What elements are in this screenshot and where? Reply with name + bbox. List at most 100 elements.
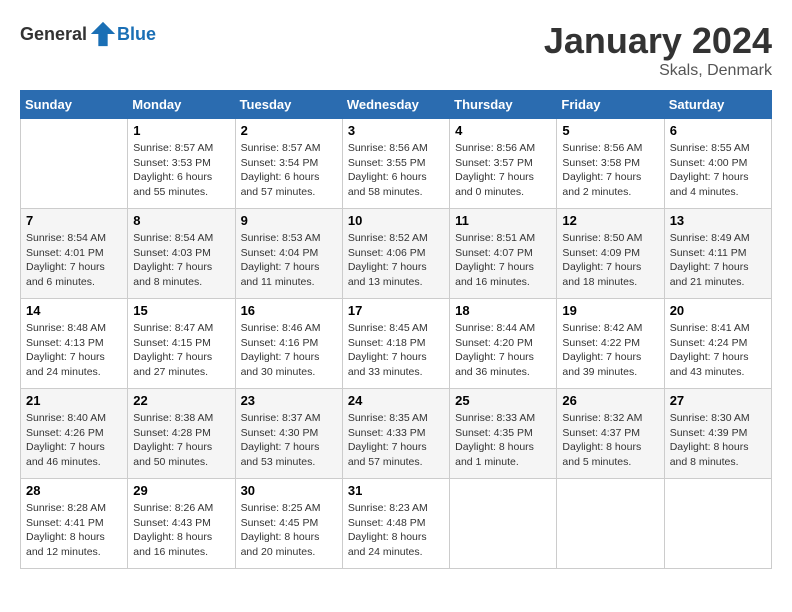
calendar-cell: 21 Sunrise: 8:40 AM Sunset: 4:26 PM Dayli… bbox=[21, 389, 128, 479]
cell-info: Sunrise: 8:55 AM Sunset: 4:00 PM Dayligh… bbox=[670, 141, 766, 200]
header-thursday: Thursday bbox=[450, 91, 557, 119]
weekday-header-row: Sunday Monday Tuesday Wednesday Thursday… bbox=[21, 91, 772, 119]
calendar-cell: 25 Sunrise: 8:33 AM Sunset: 4:35 PM Dayli… bbox=[450, 389, 557, 479]
header-wednesday: Wednesday bbox=[342, 91, 449, 119]
cell-info: Sunrise: 8:33 AM Sunset: 4:35 PM Dayligh… bbox=[455, 411, 551, 470]
cell-info: Sunrise: 8:51 AM Sunset: 4:07 PM Dayligh… bbox=[455, 231, 551, 290]
day-number: 3 bbox=[348, 123, 444, 138]
calendar-cell: 26Sunrise: 8:32 AM Sunset: 4:37 PM Dayli… bbox=[557, 389, 664, 479]
cell-info: Sunrise: 8:46 AM Sunset: 4:16 PM Dayligh… bbox=[241, 321, 337, 380]
calendar-week-row-4: 21 Sunrise: 8:40 AM Sunset: 4:26 PM Dayli… bbox=[21, 389, 772, 479]
calendar-cell: 5 Sunrise: 8:56 AM Sunset: 3:58 PM Daylig… bbox=[557, 119, 664, 209]
calendar-cell bbox=[664, 479, 771, 569]
day-number: 2 bbox=[241, 123, 337, 138]
header-friday: Friday bbox=[557, 91, 664, 119]
day-number: 21 bbox=[26, 393, 122, 408]
calendar-cell: 19 Sunrise: 8:42 AM Sunset: 4:22 PM Dayli… bbox=[557, 299, 664, 389]
calendar-cell: 2 Sunrise: 8:57 AM Sunset: 3:54 PM Daylig… bbox=[235, 119, 342, 209]
cell-info: Sunrise: 8:47 AM Sunset: 4:15 PM Dayligh… bbox=[133, 321, 229, 380]
page-container: General Blue January 2024 Skals, Denmark… bbox=[20, 20, 772, 569]
cell-info: Sunrise: 8:26 AM Sunset: 4:43 PM Dayligh… bbox=[133, 501, 229, 560]
day-number: 6 bbox=[670, 123, 766, 138]
cell-info: Sunrise: 8:28 AM Sunset: 4:41 PM Dayligh… bbox=[26, 501, 122, 560]
cell-info: Sunrise: 8:53 AM Sunset: 4:04 PM Dayligh… bbox=[241, 231, 337, 290]
cell-info: Sunrise: 8:56 AM Sunset: 3:55 PM Dayligh… bbox=[348, 141, 444, 200]
calendar-cell: 22 Sunrise: 8:38 AM Sunset: 4:28 PM Dayli… bbox=[128, 389, 235, 479]
day-number: 26 bbox=[562, 393, 658, 408]
day-number: 5 bbox=[562, 123, 658, 138]
cell-info: Sunrise: 8:23 AM Sunset: 4:48 PM Dayligh… bbox=[348, 501, 444, 560]
day-number: 18 bbox=[455, 303, 551, 318]
calendar-week-row-3: 14 Sunrise: 8:48 AM Sunset: 4:13 PM Dayli… bbox=[21, 299, 772, 389]
calendar-cell: 3 Sunrise: 8:56 AM Sunset: 3:55 PM Daylig… bbox=[342, 119, 449, 209]
calendar-cell bbox=[21, 119, 128, 209]
cell-info: Sunrise: 8:56 AM Sunset: 3:58 PM Dayligh… bbox=[562, 141, 658, 200]
cell-info: Sunrise: 8:52 AM Sunset: 4:06 PM Dayligh… bbox=[348, 231, 444, 290]
location-title: Skals, Denmark bbox=[544, 62, 772, 80]
cell-info: Sunrise: 8:40 AM Sunset: 4:26 PM Dayligh… bbox=[26, 411, 122, 470]
cell-info: Sunrise: 8:57 AM Sunset: 3:53 PM Dayligh… bbox=[133, 141, 229, 200]
calendar-cell: 10 Sunrise: 8:52 AM Sunset: 4:06 PM Dayli… bbox=[342, 209, 449, 299]
day-number: 10 bbox=[348, 213, 444, 228]
cell-info: Sunrise: 8:25 AM Sunset: 4:45 PM Dayligh… bbox=[241, 501, 337, 560]
calendar-cell: 13 Sunrise: 8:49 AM Sunset: 4:11 PM Dayli… bbox=[664, 209, 771, 299]
calendar-cell: 1 Sunrise: 8:57 AM Sunset: 3:53 PM Daylig… bbox=[128, 119, 235, 209]
day-number: 23 bbox=[241, 393, 337, 408]
day-number: 31 bbox=[348, 483, 444, 498]
day-number: 22 bbox=[133, 393, 229, 408]
calendar-cell: 6 Sunrise: 8:55 AM Sunset: 4:00 PM Daylig… bbox=[664, 119, 771, 209]
cell-info: Sunrise: 8:57 AM Sunset: 3:54 PM Dayligh… bbox=[241, 141, 337, 200]
header-monday: Monday bbox=[128, 91, 235, 119]
cell-info: Sunrise: 8:38 AM Sunset: 4:28 PM Dayligh… bbox=[133, 411, 229, 470]
calendar-cell: 23Sunrise: 8:37 AM Sunset: 4:30 PM Dayli… bbox=[235, 389, 342, 479]
day-number: 20 bbox=[670, 303, 766, 318]
day-number: 27 bbox=[670, 393, 766, 408]
calendar-cell bbox=[450, 479, 557, 569]
cell-info: Sunrise: 8:56 AM Sunset: 3:57 PM Dayligh… bbox=[455, 141, 551, 200]
cell-info: Sunrise: 8:44 AM Sunset: 4:20 PM Dayligh… bbox=[455, 321, 551, 380]
cell-info: Sunrise: 8:48 AM Sunset: 4:13 PM Dayligh… bbox=[26, 321, 122, 380]
header-sunday: Sunday bbox=[21, 91, 128, 119]
day-number: 29 bbox=[133, 483, 229, 498]
day-number: 13 bbox=[670, 213, 766, 228]
calendar-cell: 9Sunrise: 8:53 AM Sunset: 4:04 PM Daylig… bbox=[235, 209, 342, 299]
calendar-cell: 30 Sunrise: 8:25 AM Sunset: 4:45 PM Dayli… bbox=[235, 479, 342, 569]
calendar-cell: 27 Sunrise: 8:30 AM Sunset: 4:39 PM Dayli… bbox=[664, 389, 771, 479]
day-number: 14 bbox=[26, 303, 122, 318]
day-number: 11 bbox=[455, 213, 551, 228]
cell-info: Sunrise: 8:49 AM Sunset: 4:11 PM Dayligh… bbox=[670, 231, 766, 290]
day-number: 24 bbox=[348, 393, 444, 408]
calendar-cell: 28 Sunrise: 8:28 AM Sunset: 4:41 PM Dayli… bbox=[21, 479, 128, 569]
header-tuesday: Tuesday bbox=[235, 91, 342, 119]
day-number: 12 bbox=[562, 213, 658, 228]
header-saturday: Saturday bbox=[664, 91, 771, 119]
month-title: January 2024 bbox=[544, 20, 772, 62]
cell-info: Sunrise: 8:30 AM Sunset: 4:39 PM Dayligh… bbox=[670, 411, 766, 470]
calendar-cell: 4Sunrise: 8:56 AM Sunset: 3:57 PM Daylig… bbox=[450, 119, 557, 209]
calendar-cell: 7Sunrise: 8:54 AM Sunset: 4:01 PM Daylig… bbox=[21, 209, 128, 299]
cell-info: Sunrise: 8:50 AM Sunset: 4:09 PM Dayligh… bbox=[562, 231, 658, 290]
day-number: 1 bbox=[133, 123, 229, 138]
day-number: 25 bbox=[455, 393, 551, 408]
logo: General Blue bbox=[20, 20, 156, 48]
calendar-week-row-5: 28 Sunrise: 8:28 AM Sunset: 4:41 PM Dayli… bbox=[21, 479, 772, 569]
calendar-cell: 14 Sunrise: 8:48 AM Sunset: 4:13 PM Dayli… bbox=[21, 299, 128, 389]
day-number: 30 bbox=[241, 483, 337, 498]
logo-icon bbox=[89, 20, 117, 48]
day-number: 19 bbox=[562, 303, 658, 318]
cell-info: Sunrise: 8:54 AM Sunset: 4:03 PM Dayligh… bbox=[133, 231, 229, 290]
calendar-cell: 31 Sunrise: 8:23 AM Sunset: 4:48 PM Dayli… bbox=[342, 479, 449, 569]
title-block: January 2024 Skals, Denmark bbox=[544, 20, 772, 80]
calendar-cell: 15Sunrise: 8:47 AM Sunset: 4:15 PM Dayli… bbox=[128, 299, 235, 389]
cell-info: Sunrise: 8:45 AM Sunset: 4:18 PM Dayligh… bbox=[348, 321, 444, 380]
calendar-cell: 11 Sunrise: 8:51 AM Sunset: 4:07 PM Dayli… bbox=[450, 209, 557, 299]
logo-text-general: General bbox=[20, 24, 87, 45]
calendar-cell: 29 Sunrise: 8:26 AM Sunset: 4:43 PM Dayli… bbox=[128, 479, 235, 569]
page-header: General Blue January 2024 Skals, Denmark bbox=[20, 20, 772, 80]
day-number: 28 bbox=[26, 483, 122, 498]
calendar-week-row-2: 7Sunrise: 8:54 AM Sunset: 4:01 PM Daylig… bbox=[21, 209, 772, 299]
day-number: 17 bbox=[348, 303, 444, 318]
cell-info: Sunrise: 8:42 AM Sunset: 4:22 PM Dayligh… bbox=[562, 321, 658, 380]
calendar-cell bbox=[557, 479, 664, 569]
cell-info: Sunrise: 8:54 AM Sunset: 4:01 PM Dayligh… bbox=[26, 231, 122, 290]
